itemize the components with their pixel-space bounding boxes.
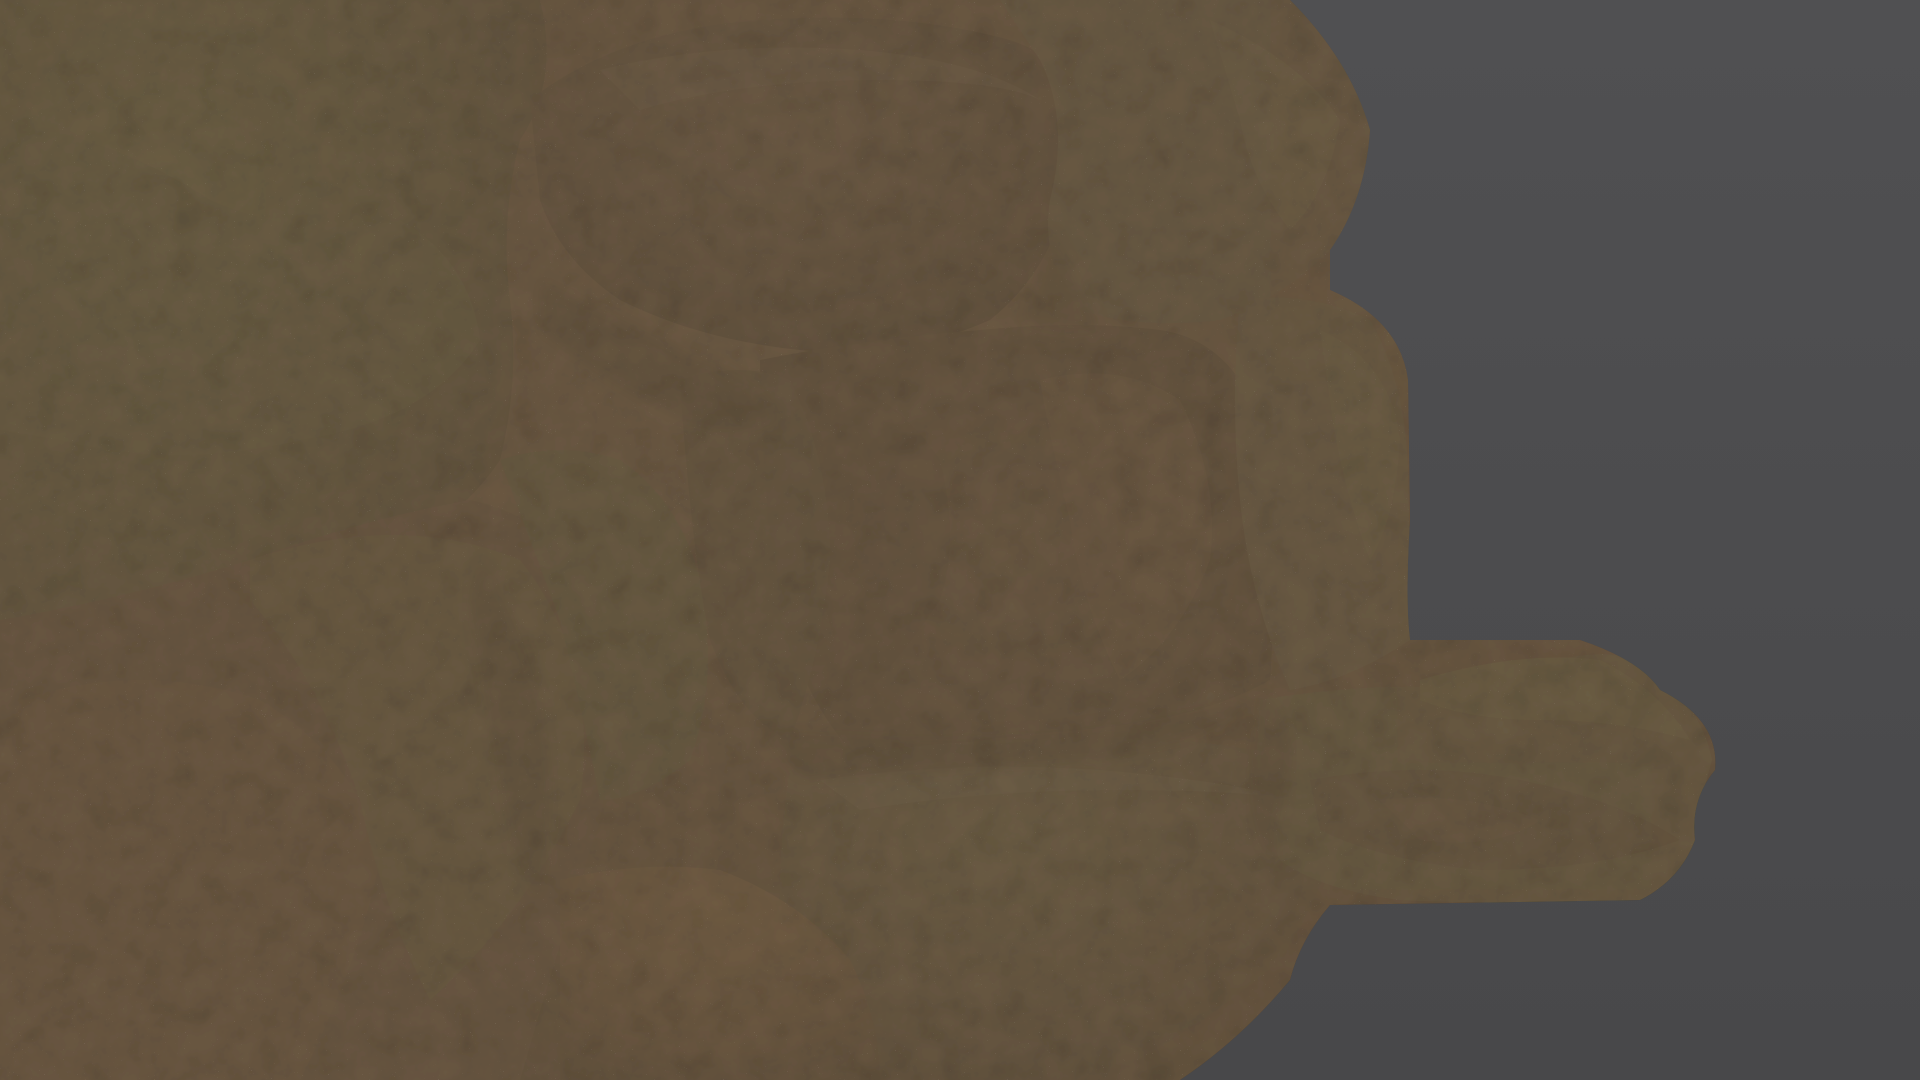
rock-scene (0, 0, 1920, 1080)
render-viewport (0, 0, 1920, 1080)
